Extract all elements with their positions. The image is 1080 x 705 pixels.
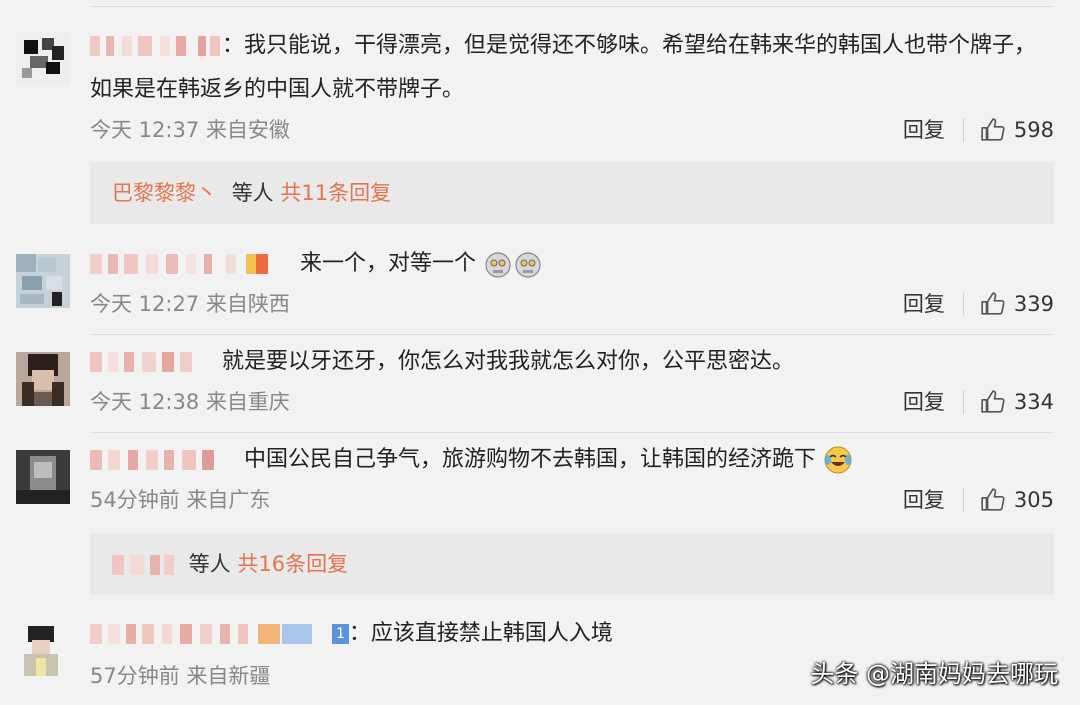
thumbs-up-icon[interactable] [980, 389, 1006, 415]
reply-etc: 等人 [188, 552, 231, 576]
replier-name[interactable] [112, 555, 176, 575]
reply-button[interactable]: 回复 [903, 388, 945, 416]
comment-actions: 回复 334 [903, 388, 1054, 416]
comment-meta: 57分钟前 来自新疆 [90, 662, 270, 690]
avatar[interactable] [16, 352, 70, 406]
location: 来自陕西 [205, 292, 290, 316]
reply-total-link[interactable]: 共11条回复 [280, 181, 391, 205]
reply-button[interactable]: 回复 [903, 116, 945, 144]
separator [962, 390, 964, 414]
avatar[interactable] [16, 450, 70, 504]
comment-text: 就是要以牙还牙，你怎么对我我就怎么对你，公平思密达。 [222, 349, 795, 374]
reply-thread[interactable]: 巴黎黎黎丶 等人 共11条回复 [90, 162, 1054, 224]
comment-text: 来一个，对等一个 [300, 251, 477, 276]
like-count: 334 [1013, 390, 1054, 414]
separator [962, 118, 964, 142]
thumbs-up-icon[interactable] [980, 291, 1006, 317]
comment-meta: 今天 12:27 来自陕西 [90, 290, 290, 318]
comment-actions: 回复 305 [903, 486, 1054, 514]
thumbs-up-icon[interactable] [980, 487, 1006, 513]
reply-thread[interactable]: 等人 共16条回复 [90, 533, 1054, 595]
username[interactable] [90, 624, 334, 644]
reply-etc: 等人 [231, 181, 274, 205]
timestamp: 54分钟前 [90, 488, 180, 512]
robot-emoji-icon [515, 252, 541, 278]
comment-meta: 今天 12:37 来自安徽 [90, 116, 290, 144]
reply-total-link[interactable]: 共16条回复 [237, 552, 348, 576]
separator [962, 488, 964, 512]
location: 来自重庆 [205, 390, 290, 414]
timestamp: 今天 12:37 [90, 118, 200, 142]
comment-actions: 回复 339 [903, 290, 1054, 318]
separator [962, 292, 964, 316]
comment-text: ：我只能说，干得漂亮，但是觉得还不够味。希望给在韩来华的韩国人也带个牌子， [222, 33, 1037, 58]
like-count: 598 [1013, 118, 1054, 142]
comment-meta: 54分钟前 来自广东 [90, 486, 270, 514]
laugh-cry-emoji-icon [824, 446, 852, 474]
avatar[interactable] [16, 624, 70, 678]
comment-actions: 回复 598 [903, 116, 1054, 144]
location: 来自安徽 [205, 118, 290, 142]
username[interactable] [90, 450, 218, 470]
replier-name[interactable]: 巴黎黎黎丶 [112, 181, 217, 205]
comment-meta: 今天 12:38 来自重庆 [90, 388, 290, 416]
timestamp: 57分钟前 [90, 664, 180, 688]
avatar[interactable] [16, 254, 70, 308]
avatar[interactable] [16, 32, 70, 86]
divider [90, 432, 1054, 433]
like-count: 305 [1013, 488, 1054, 512]
thumbs-up-icon[interactable] [980, 117, 1006, 143]
location: 来自广东 [186, 488, 271, 512]
divider [90, 334, 1054, 335]
username[interactable] [90, 36, 222, 56]
timestamp: 今天 12:38 [90, 390, 200, 414]
reply-button[interactable]: 回复 [903, 290, 945, 318]
comment-text: ：应该直接禁止韩国人入境 [348, 621, 613, 646]
comment-text: 中国公民自己争气，旅游购物不去韩国，让韩国的经济跪下 [244, 447, 817, 472]
timestamp: 今天 12:27 [90, 292, 200, 316]
username[interactable] [90, 254, 274, 274]
like-count: 339 [1013, 292, 1054, 316]
comment-text-continued: 如果是在韩返乡的中国人就不带牌子。 [90, 77, 465, 102]
reply-button[interactable]: 回复 [903, 486, 945, 514]
level-badge: 1 [332, 624, 349, 644]
top-divider [90, 6, 1054, 7]
watermark: 头条 @湖南妈妈去哪玩 [810, 660, 1058, 688]
location: 来自新疆 [186, 664, 271, 688]
username[interactable] [90, 352, 196, 372]
robot-emoji-icon [485, 252, 511, 278]
